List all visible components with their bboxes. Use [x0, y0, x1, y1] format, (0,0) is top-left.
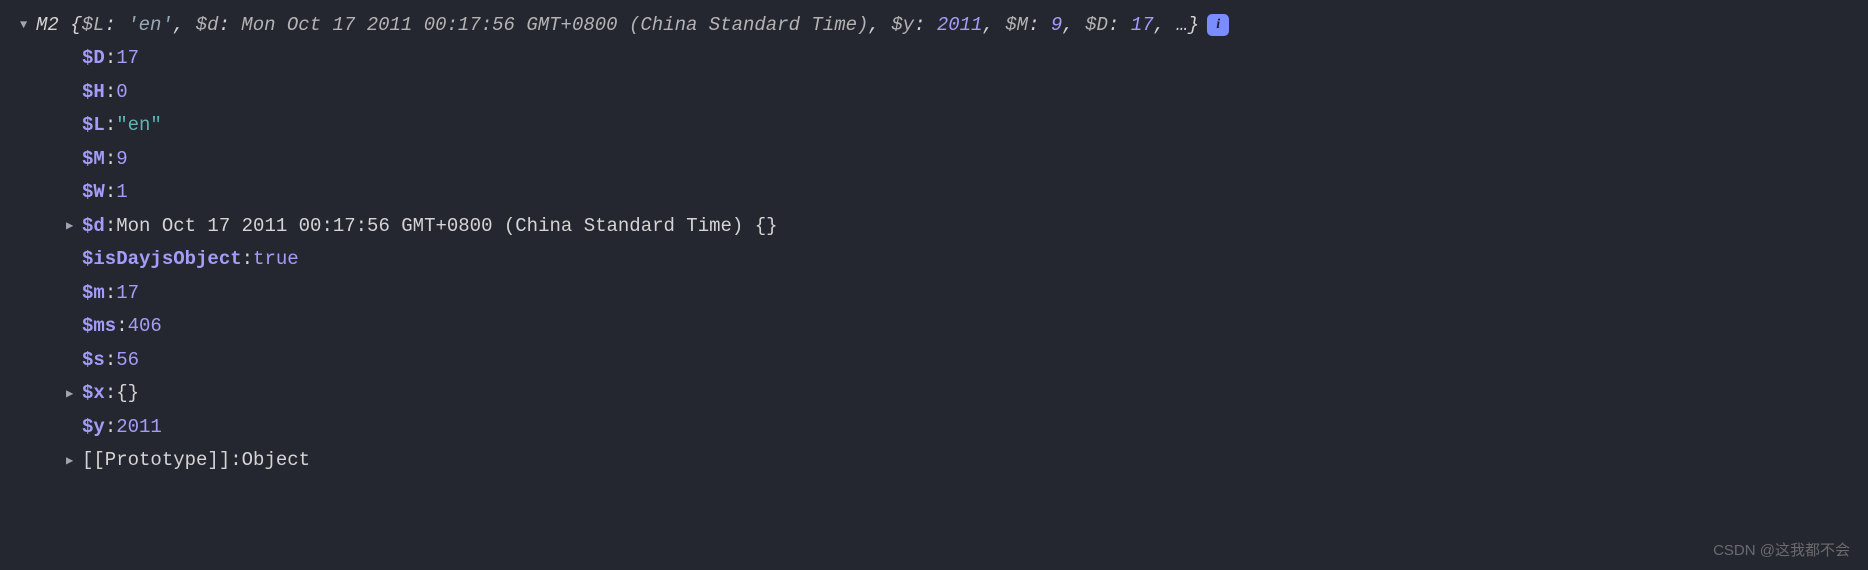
- property-key: $ms: [82, 315, 116, 337]
- property-key: $M: [82, 148, 105, 170]
- property-row-D[interactable]: $D: 17: [0, 42, 1868, 76]
- property-row-s[interactable]: $s: 56: [0, 343, 1868, 377]
- property-key: $L: [82, 114, 105, 136]
- object-braces: {}: [755, 215, 778, 237]
- property-value: {}: [116, 382, 139, 404]
- object-header-row[interactable]: M2 {$L: 'en', $d: Mon Oct 17 2011 00:17:…: [0, 8, 1868, 42]
- chevron-right-icon[interactable]: [66, 218, 80, 233]
- property-value: 17: [116, 47, 139, 69]
- property-value: "en": [116, 114, 162, 136]
- property-row-L[interactable]: $L: "en": [0, 109, 1868, 143]
- property-value: Object: [242, 449, 310, 471]
- property-key: $H: [82, 81, 105, 103]
- property-row-ms[interactable]: $ms: 406: [0, 310, 1868, 344]
- property-row-x[interactable]: $x: {}: [0, 377, 1868, 411]
- property-row-m[interactable]: $m: 17: [0, 276, 1868, 310]
- watermark: CSDN @这我都不会: [1713, 539, 1850, 560]
- property-row-y[interactable]: $y: 2011: [0, 410, 1868, 444]
- property-row-d[interactable]: $d: Mon Oct 17 2011 00:17:56 GMT+0800 (C…: [0, 209, 1868, 243]
- property-value: 1: [116, 181, 127, 203]
- property-row-prototype[interactable]: [[Prototype]]: Object: [0, 444, 1868, 478]
- info-icon[interactable]: i: [1207, 14, 1229, 36]
- property-value: 17: [116, 282, 139, 304]
- object-preview: {$L: 'en', $d: Mon Oct 17 2011 00:17:56 …: [59, 14, 1199, 36]
- property-value: 406: [128, 315, 162, 337]
- property-key: $y: [82, 416, 105, 438]
- property-row-M[interactable]: $M: 9: [0, 142, 1868, 176]
- property-key: $D: [82, 47, 105, 69]
- property-key: $s: [82, 349, 105, 371]
- property-value: 9: [116, 148, 127, 170]
- property-value: 0: [116, 81, 127, 103]
- property-row-W[interactable]: $W: 1: [0, 176, 1868, 210]
- property-key: $x: [82, 382, 105, 404]
- property-value: Mon Oct 17 2011 00:17:56 GMT+0800 (China…: [116, 215, 743, 237]
- property-value: 56: [116, 349, 139, 371]
- property-row-H[interactable]: $H: 0: [0, 75, 1868, 109]
- property-key: [[Prototype]]: [82, 449, 230, 471]
- property-key: $m: [82, 282, 105, 304]
- chevron-down-icon[interactable]: [20, 18, 34, 32]
- chevron-right-icon[interactable]: [66, 453, 80, 468]
- chevron-right-icon[interactable]: [66, 386, 80, 401]
- property-key: $W: [82, 181, 105, 203]
- property-value: true: [253, 248, 299, 270]
- property-key: $d: [82, 215, 105, 237]
- property-row-isDayjsObject[interactable]: $isDayjsObject: true: [0, 243, 1868, 277]
- property-value: 2011: [116, 416, 162, 438]
- property-key: $isDayjsObject: [82, 248, 242, 270]
- class-name: M2: [36, 14, 59, 36]
